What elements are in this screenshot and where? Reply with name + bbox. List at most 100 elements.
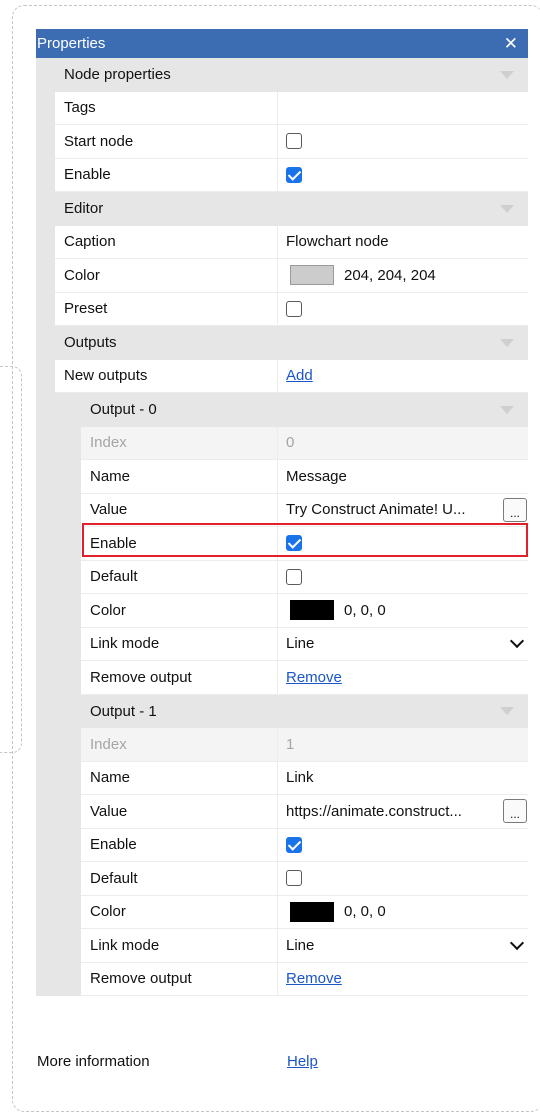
property-name: More information [37,1053,150,1070]
property-row-preset: Preset [55,292,528,326]
edit-value-button[interactable]: ... [503,497,527,522]
property-row-default: Default [81,560,528,594]
color-value[interactable]: 0, 0, 0 [344,903,386,920]
color-swatch[interactable] [290,600,334,621]
category-outputs[interactable]: Outputs [55,326,528,360]
chevron-down-icon[interactable] [500,707,514,716]
enable-checkbox[interactable] [286,166,302,183]
output-enable-checkbox[interactable] [286,836,302,853]
property-name: Name [81,460,278,493]
chevron-down-icon [509,935,525,950]
property-name: Default [81,560,278,593]
chevron-down-icon[interactable] [500,405,514,414]
category-node-properties[interactable]: Node properties [55,58,528,92]
property-name: Enable [55,158,278,191]
chevron-down-icon[interactable] [500,70,514,79]
property-row-index: Index 1 [81,728,528,762]
output-default-checkbox[interactable] [286,870,302,887]
value-text[interactable]: https://animate.construct... [286,803,499,820]
property-name: Start node [55,125,278,158]
color-swatch[interactable] [290,265,334,286]
property-name: Remove output [81,661,278,694]
property-row-start-node: Start node [55,125,528,159]
caption-value[interactable]: Flowchart node [278,226,528,259]
property-row-default: Default [81,862,528,896]
property-row-link-mode: Link mode Line [81,627,528,661]
properties-panel: Properties ✕ Node properties Tags Start … [36,29,528,996]
category-label: Editor [64,200,104,218]
add-output-link[interactable]: Add [286,367,313,384]
preset-checkbox[interactable] [286,300,302,317]
link-mode-select[interactable]: Line [286,935,528,954]
property-name: Index [81,728,278,761]
property-row-name: Name Link [81,761,528,795]
property-name: Color [55,259,278,292]
category-output-0[interactable]: Output - 0 [81,393,528,427]
help-link[interactable]: Help [287,1053,318,1070]
property-row-link-mode: Link mode Line [81,929,528,963]
close-icon[interactable]: ✕ [504,35,518,52]
start-node-checkbox[interactable] [286,133,302,150]
property-name: Default [81,862,278,895]
category-label: Output - 0 [90,401,157,419]
property-row-enable: Enable [55,158,528,192]
category-output-1[interactable]: Output - 1 [81,694,528,728]
color-value[interactable]: 0, 0, 0 [344,602,386,619]
chevron-down-icon[interactable] [500,338,514,347]
index-value: 0 [286,434,295,452]
property-row-remove-output: Remove output Remove [81,661,528,695]
properties-titlebar: Properties ✕ [36,29,528,58]
property-row-more-information: More information Help [36,1045,528,1078]
name-value[interactable]: Link [278,762,528,795]
chevron-down-icon[interactable] [500,204,514,213]
property-name: Enable [81,527,278,560]
property-name: Index [81,426,278,459]
property-name: New outputs [55,359,278,392]
panel-title: Properties [37,35,106,52]
link-mode-value: Line [286,635,315,653]
category-label: Output - 1 [90,702,157,720]
property-row-color: Color 0, 0, 0 [81,594,528,628]
color-swatch[interactable] [290,901,334,922]
category-label: Node properties [64,66,171,84]
property-row-name: Name Message [81,460,528,494]
chevron-down-icon [509,634,525,649]
property-row-enable: Enable [81,527,528,561]
output-enable-checkbox[interactable] [286,535,302,552]
color-value[interactable]: 204, 204, 204 [344,267,436,284]
property-row-value: Value Try Construct Animate! U... ... [81,493,528,527]
output-default-checkbox[interactable] [286,568,302,585]
property-row-enable: Enable [81,828,528,862]
property-row-color: Color 204, 204, 204 [55,259,528,293]
property-name: Name [81,761,278,794]
tags-value[interactable] [278,92,528,125]
property-name: Caption [55,225,278,258]
property-name: Link mode [81,627,278,660]
property-name: Color [81,594,278,627]
remove-output-link[interactable]: Remove [286,970,342,987]
property-name: Preset [55,292,278,325]
edit-value-button[interactable]: ... [503,799,527,824]
property-row-index: Index 0 [81,426,528,460]
property-name: Color [81,895,278,928]
dashed-frame-side [0,366,22,753]
property-row-new-outputs: New outputs Add [55,359,528,393]
property-name: Remove output [81,962,278,995]
property-name: Value [81,795,278,828]
property-name: Enable [81,828,278,861]
link-mode-select[interactable]: Line [286,634,528,653]
name-value[interactable]: Message [278,460,528,493]
index-value: 1 [286,735,295,753]
property-row-caption: Caption Flowchart node [55,225,528,259]
property-row-remove-output: Remove output Remove [81,962,528,996]
remove-output-link[interactable]: Remove [286,669,342,686]
property-name: Value [81,493,278,526]
property-name: Link mode [81,929,278,962]
property-row-value: Value https://animate.construct... ... [81,795,528,829]
property-grid: Node properties Tags Start node Enable E… [36,58,528,996]
category-label: Outputs [64,334,117,352]
link-mode-value: Line [286,936,315,954]
value-text[interactable]: Try Construct Animate! U... [286,501,499,518]
category-editor[interactable]: Editor [55,192,528,226]
property-row-tags: Tags [55,91,528,125]
